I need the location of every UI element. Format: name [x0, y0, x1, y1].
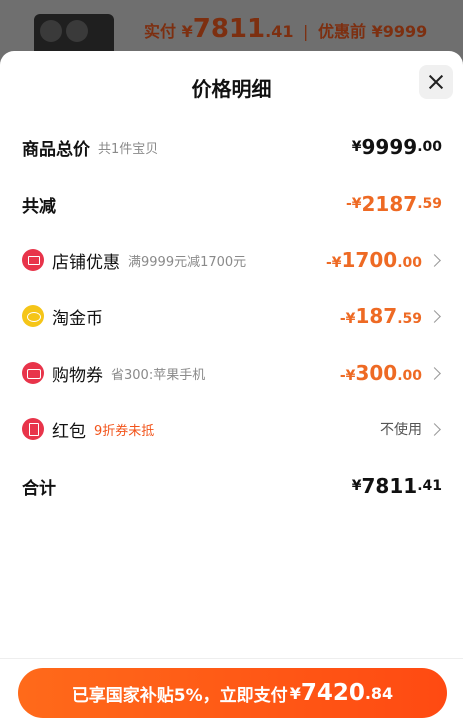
red-packet-label: 红包 [52, 421, 86, 442]
chevron-right-icon [428, 253, 441, 267]
voucher-icon [22, 362, 44, 384]
store-discount-rule: 满9999元减1700元 [128, 254, 247, 270]
row-store-discount[interactable]: 店铺优惠 满9999元减1700元 -¥1700.00 [22, 240, 442, 280]
chevron-right-icon [428, 309, 441, 323]
pay-button-dec: .84 [364, 683, 394, 703]
price-separator: | [303, 22, 309, 41]
store-discount-label: 店铺优惠 [52, 252, 120, 273]
store-discount-right: -¥1700.00 [326, 248, 442, 272]
voucher-currency: -¥ [339, 368, 356, 384]
coin-icon [22, 305, 44, 327]
row-total: 合计 ¥7811.41 [22, 466, 442, 506]
voucher-label: 购物券 [52, 365, 103, 386]
row-taojinbi[interactable]: 淘金币 -¥187.59 [22, 296, 442, 336]
before-discount-amount: ¥9999 [371, 22, 428, 41]
actual-pay-int: 7811 [192, 14, 266, 44]
bottom-bar: 已享国家补贴5%，立即支付 ¥7420.84 [0, 658, 463, 724]
total-int: 7811 [361, 474, 418, 498]
voucher-int: 300 [355, 361, 398, 385]
row-total-goods: 商品总价 共1件宝贝 ¥9999.00 [22, 127, 442, 167]
total-reduction-int: 2187 [361, 192, 418, 216]
actual-pay-label: 实付 [144, 22, 177, 41]
row-voucher[interactable]: 购物券 省300:苹果手机 -¥300.00 [22, 353, 442, 393]
taojinbi-currency: -¥ [339, 311, 356, 327]
total-reduction-label: 共减 [22, 196, 56, 217]
row-total-reduction: 共减 -¥ 2187.59 [22, 184, 442, 224]
red-packet-note: 9折券未抵 [94, 423, 155, 439]
store-discount-int: 1700 [341, 248, 398, 272]
taojinbi-right: -¥187.59 [340, 304, 442, 328]
actual-pay-dec: .41 [265, 22, 294, 41]
voucher-dec: .00 [397, 368, 422, 384]
voucher-amount: -¥300.00 [340, 361, 422, 385]
voucher-desc: 省300:苹果手机 [111, 367, 206, 383]
chevron-right-icon [428, 422, 441, 436]
total-goods-int: 9999 [361, 135, 418, 159]
taojinbi-dec: .59 [397, 311, 422, 327]
total-goods-label: 商品总价 [22, 139, 90, 160]
store-discount-currency: -¥ [325, 255, 342, 271]
red-packet-right: 不使用 [380, 419, 442, 439]
total-goods-dec: .00 [417, 139, 442, 155]
pay-button-text: 已享国家补贴5%，立即支付 [71, 685, 288, 706]
pay-now-button[interactable]: 已享国家补贴5%，立即支付 ¥7420.84 [18, 668, 447, 718]
before-discount-label: 优惠前 [318, 22, 367, 41]
total-dec: .41 [417, 478, 442, 494]
taojinbi-amount: -¥187.59 [340, 304, 422, 328]
voucher-right: -¥300.00 [340, 361, 442, 385]
total-reduction-dec: .59 [417, 196, 442, 212]
red-packet-status: 不使用 [380, 422, 422, 438]
store-discount-amount: -¥1700.00 [326, 248, 422, 272]
total-currency: ¥ [351, 478, 362, 494]
background-price-summary: 实付 ¥7811.41 | 优惠前 ¥9999 [144, 14, 427, 44]
close-icon[interactable] [419, 65, 453, 99]
store-icon [22, 249, 44, 271]
total-goods-currency: ¥ [351, 139, 362, 155]
total-label: 合计 [22, 478, 56, 499]
store-discount-dec: .00 [397, 255, 422, 271]
taojinbi-int: 187 [355, 304, 398, 328]
total-reduction-currency: -¥ [345, 196, 362, 212]
total-goods-amount: ¥9999.00 [352, 135, 442, 159]
pay-button-currency: ¥ [289, 683, 301, 703]
price-detail-sheet: 价格明细 商品总价 共1件宝贝 ¥9999.00 共减 -¥ 2187.59 店铺… [0, 51, 463, 724]
actual-pay-currency: ¥ [181, 22, 193, 41]
total-goods-count: 共1件宝贝 [98, 141, 159, 157]
total-reduction-amount: -¥ 2187.59 [346, 192, 442, 216]
row-red-packet[interactable]: 红包 9折券未抵 不使用 [22, 409, 442, 449]
taojinbi-label: 淘金币 [52, 308, 103, 329]
red-packet-icon [22, 418, 44, 440]
pay-button-int: 7420 [300, 680, 365, 706]
total-amount: ¥7811.41 [352, 474, 442, 498]
sheet-title: 价格明细 [191, 77, 272, 101]
chevron-right-icon [428, 366, 441, 380]
